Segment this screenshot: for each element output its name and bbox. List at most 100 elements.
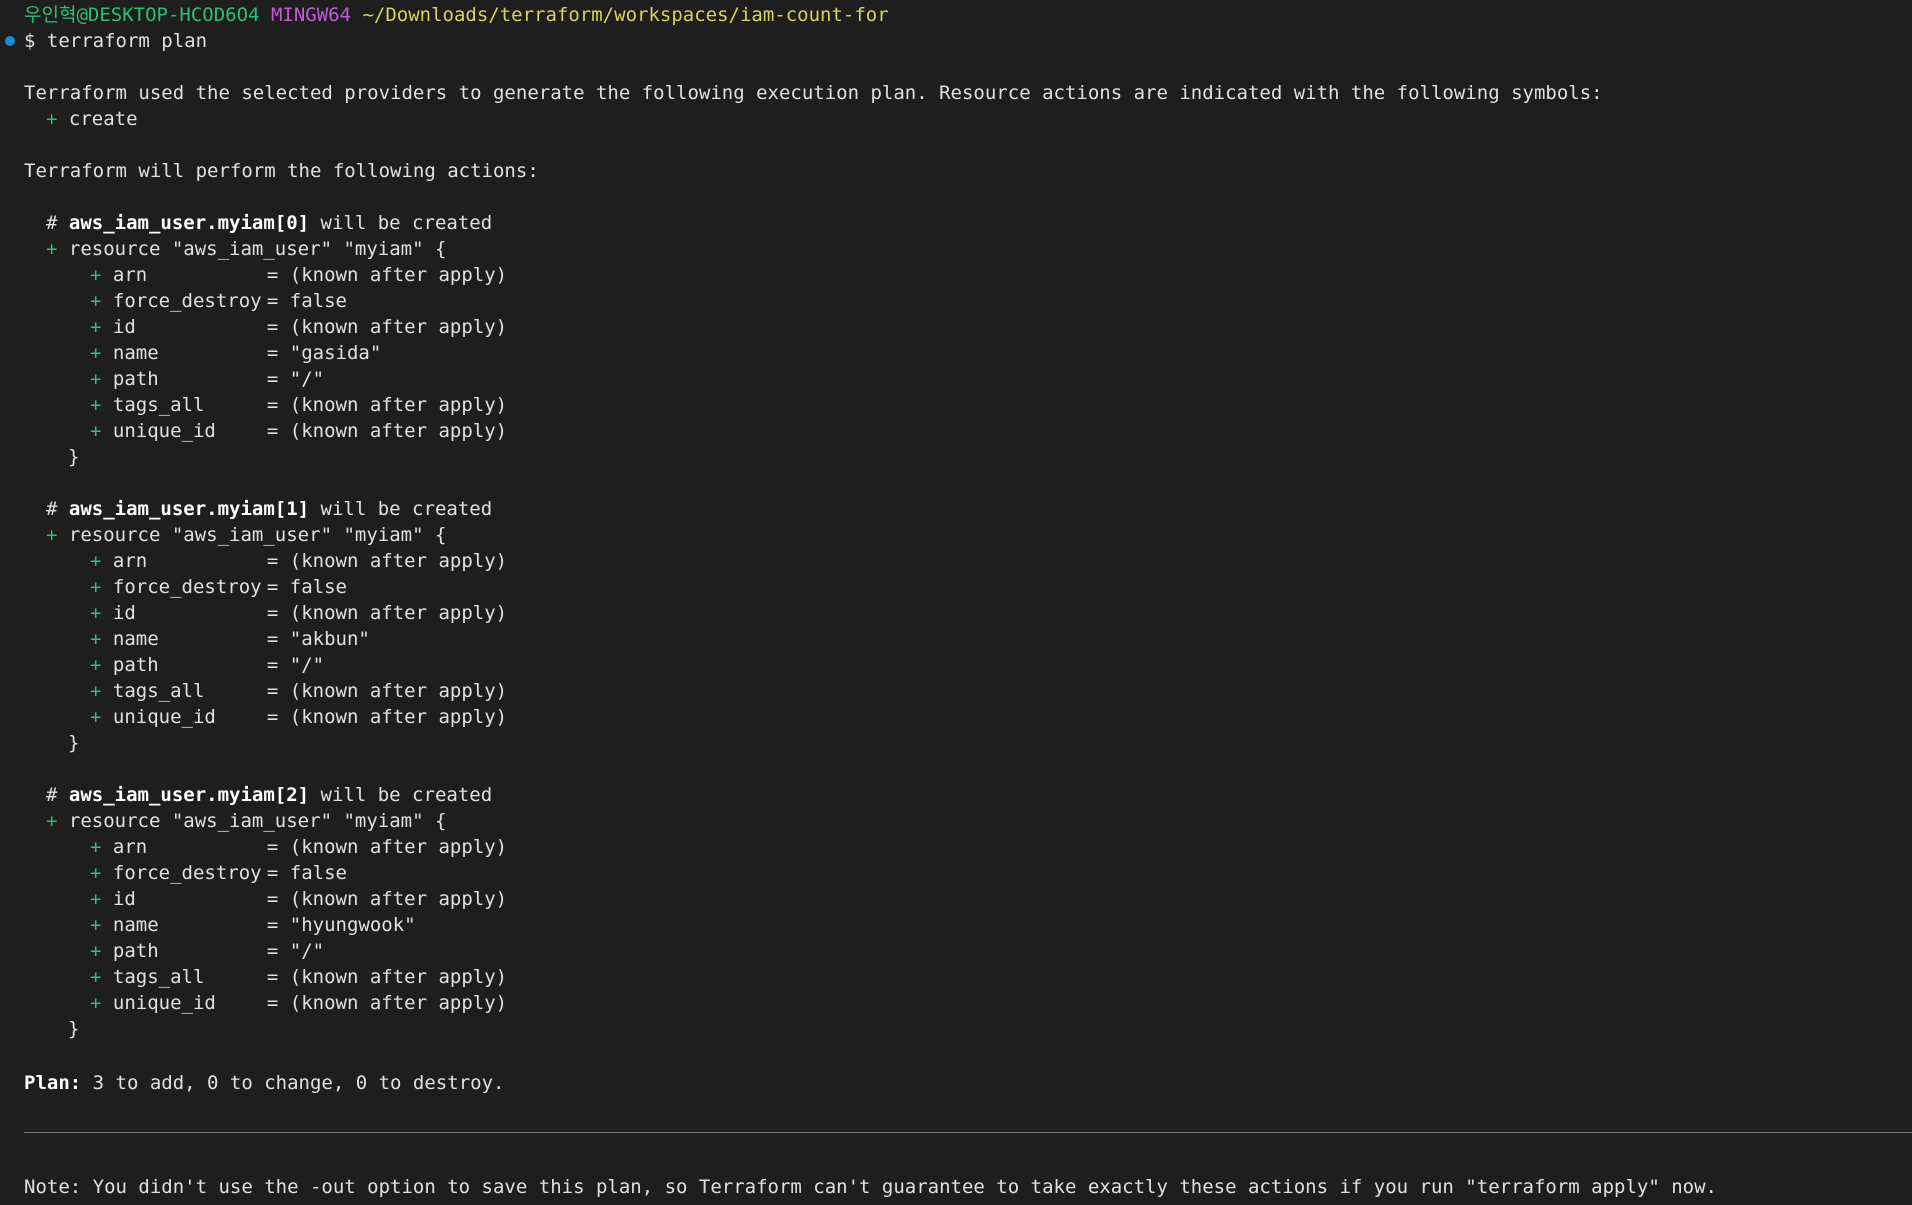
attribute-value: = (known after apply) [266,264,508,286]
attribute-value: = (known after apply) [266,992,508,1014]
terminal-window[interactable]: 우인혁@DESKTOP-HCOD6O4 MINGW64 ~/Downloads/… [0,0,1912,1205]
attribute-row: + id = (known after apply) [90,600,507,626]
plus-symbol: + [90,680,102,702]
resource-address: aws_iam_user.myiam[0] [68,212,310,234]
attribute-row: + unique_id = (known after apply) [90,418,507,444]
attribute-value: = (known after apply) [266,966,508,988]
attribute-value: = (known after apply) [266,836,508,858]
attribute-row: + unique_id = (known after apply) [90,990,507,1016]
plus-symbol: + [90,290,102,312]
attribute-value: = false [266,862,347,884]
resource-header: + resource "aws_iam_user" "myiam" { [46,236,446,262]
resource-suffix: will be created [309,784,493,806]
attribute-value: = "hyungwook" [266,914,416,936]
create-label: create [68,108,138,130]
plus-symbol: + [90,420,102,442]
resource-suffix: will be created [309,498,493,520]
attribute-value: = (known after apply) [266,394,508,416]
attribute-row: + path = "/" [90,652,324,678]
legend-create: + create [46,106,138,132]
attribute-name: force_destroy [112,576,262,598]
attribute-row: + arn = (known after apply) [90,834,507,860]
plus-symbol: + [90,940,102,962]
attribute-value: = (known after apply) [266,888,508,910]
prompt-shell: MINGW64 [270,4,352,26]
command-text: terraform plan [46,30,208,52]
plan-summary: Plan: 3 to add, 0 to change, 0 to destro… [24,1070,504,1096]
attribute-value: = false [266,290,347,312]
attribute-name: tags_all [112,394,205,416]
plus-symbol: + [46,810,58,832]
resource-closing-brace: } [68,446,80,468]
note-line: Note: You didn't use the -out option to … [24,1176,1717,1198]
attribute-row: + id = (known after apply) [90,886,507,912]
resource-declaration: resource "aws_iam_user" "myiam" { [68,810,447,832]
plus-symbol: + [90,862,102,884]
divider [24,1132,1912,1133]
attribute-value: = "gasida" [266,342,382,364]
attribute-name: unique_id [112,992,216,1014]
attribute-value: = (known after apply) [266,706,508,728]
prompt-host: @DESKTOP-HCOD6O4 [76,4,260,26]
attribute-value: = (known after apply) [266,680,508,702]
attribute-value: = (known after apply) [266,420,508,442]
plus-symbol: + [90,342,102,364]
plus-symbol: + [90,966,102,988]
attribute-row: + force_destroy = false [90,574,347,600]
attribute-name: force_destroy [112,862,262,884]
plan-label: Plan: [24,1072,82,1094]
plus-symbol: + [90,992,102,1014]
intro-line: Terraform used the selected providers to… [24,82,1603,104]
command-line: $ terraform plan [24,28,207,54]
attribute-name: id [112,602,136,624]
plus-symbol: + [90,394,102,416]
plus-symbol: + [46,238,58,260]
command-status-dot-icon[interactable] [5,36,15,46]
resource-declaration: resource "aws_iam_user" "myiam" { [68,238,447,260]
attribute-row: + path = "/" [90,938,324,964]
attribute-name: name [112,914,159,936]
plus-symbol: + [90,316,102,338]
resource-comment: # aws_iam_user.myiam[0] will be created [46,212,493,234]
attribute-row: + unique_id = (known after apply) [90,704,507,730]
resource-closing-brace: } [68,732,80,754]
attribute-name: tags_all [112,966,205,988]
attribute-row: + force_destroy = false [90,860,347,886]
plus-symbol: + [90,550,102,572]
attribute-row: + arn = (known after apply) [90,262,507,288]
resource-header: + resource "aws_iam_user" "myiam" { [46,522,446,548]
resource-header: + resource "aws_iam_user" "myiam" { [46,808,446,834]
attribute-name: id [112,316,136,338]
attribute-name: name [112,628,159,650]
plus-symbol: + [90,628,102,650]
prompt-path: ~/Downloads/terraform/workspaces/iam-cou… [362,4,889,26]
plus-symbol: + [90,264,102,286]
attribute-row: + id = (known after apply) [90,314,507,340]
attribute-value: = (known after apply) [266,316,508,338]
attribute-value: = "/" [266,654,325,676]
resource-closing-brace: } [68,1018,80,1040]
plus-symbol: + [90,654,102,676]
plus-symbol: + [90,706,102,728]
resource-declaration: resource "aws_iam_user" "myiam" { [68,524,447,546]
plus-symbol: + [90,368,102,390]
attribute-row: + tags_all = (known after apply) [90,392,507,418]
plan-text: 3 to add, 0 to change, 0 to destroy. [81,1072,505,1094]
plus-symbol: + [90,602,102,624]
attribute-name: arn [112,264,148,286]
attribute-name: name [112,342,159,364]
attribute-value: = "/" [266,940,325,962]
prompt-user: 우인혁 [24,4,77,26]
plus-symbol: + [46,524,58,546]
resource-comment: # aws_iam_user.myiam[1] will be created [46,498,493,520]
plus-symbol: + [90,836,102,858]
attribute-value: = (known after apply) [266,602,508,624]
attribute-row: + tags_all = (known after apply) [90,678,507,704]
attribute-name: tags_all [112,680,205,702]
attribute-row: + arn = (known after apply) [90,548,507,574]
plus-symbol: + [90,576,102,598]
plus-symbol: + [90,888,102,910]
attribute-row: + name = "gasida" [90,340,381,366]
resource-suffix: will be created [309,212,493,234]
attribute-name: arn [112,836,148,858]
